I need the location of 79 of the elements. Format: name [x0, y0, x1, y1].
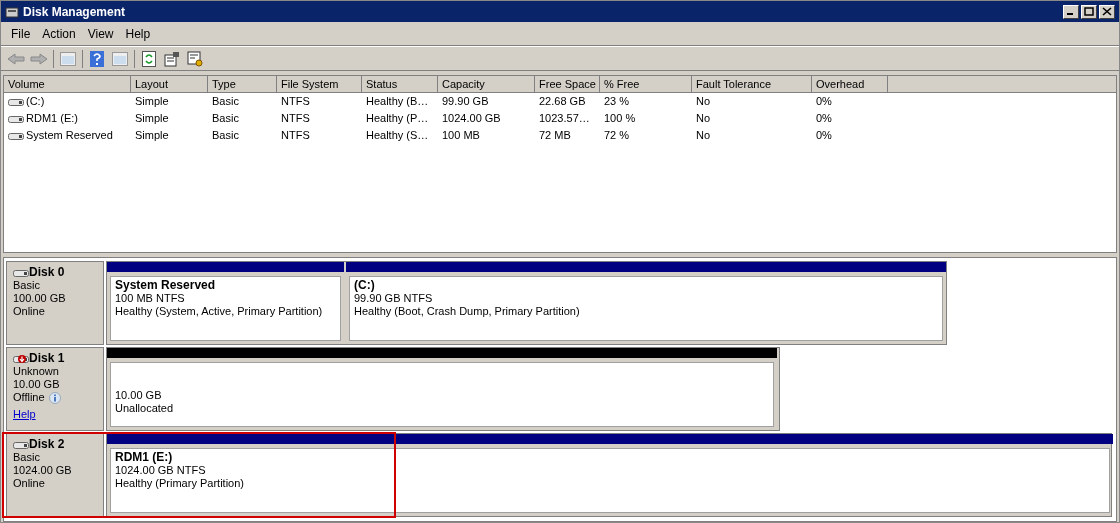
close-button[interactable]	[1099, 4, 1115, 19]
table-cell-text: Basic	[212, 94, 239, 110]
partition-status: Unallocated	[115, 402, 175, 415]
window-title: Disk Management	[23, 3, 126, 21]
table-cell-text: No	[696, 128, 711, 144]
column-header[interactable]: Overhead	[812, 76, 888, 93]
table-cell-text: Simple	[135, 94, 169, 110]
partition-title: RDM1 (E:)	[115, 451, 174, 464]
drive-icon	[8, 130, 24, 141]
info-icon	[48, 391, 61, 404]
table-cell-text: RDM1 (E:)	[26, 111, 78, 127]
minimize-button[interactable]	[1063, 4, 1079, 19]
table-cell-text: Simple	[135, 111, 169, 127]
table-cell-text: NTFS	[281, 128, 310, 144]
table-cell-text: 100 MB	[442, 128, 480, 144]
disk-type: Basic	[13, 451, 41, 464]
table-cell-text: 22.68 GB	[539, 94, 586, 110]
partition-status: Healthy (System, Active, Primary Partition)	[115, 305, 324, 318]
table-cell-text: System Reserved	[26, 128, 113, 144]
table-cell-text: 99.90 GB	[442, 94, 489, 110]
table-cell-text: NTFS	[281, 111, 310, 127]
disk-type: Unknown	[13, 365, 60, 378]
partition-size: 99.90 GB NTFS	[354, 292, 434, 305]
table-cell-text: No	[696, 111, 711, 127]
table-cell-text: (C:)	[26, 94, 45, 110]
menu-item[interactable]: File	[5, 24, 37, 43]
partition-title: System Reserved	[115, 279, 217, 292]
close-icon	[1102, 7, 1112, 16]
table-cell-text: 72 MB	[539, 128, 571, 144]
table-cell-text: 0%	[816, 128, 832, 144]
partition-size: 1024.00 GB NTFS	[115, 464, 207, 477]
partition-status: Healthy (Primary Partition)	[115, 477, 245, 490]
table-cell-text: 1024.00 GB	[442, 111, 501, 127]
table-cell-text: 0%	[816, 94, 832, 110]
maximize-button[interactable]	[1081, 4, 1097, 19]
table-cell-text: 72 %	[604, 128, 630, 144]
disk-size: 100.00 GB	[13, 292, 67, 305]
column-header[interactable]: Layout	[131, 76, 208, 93]
drive-icon	[8, 96, 24, 107]
disk-name: Disk 0	[29, 266, 65, 279]
table-cell-text: 100 %	[604, 111, 636, 127]
help-link[interactable]: Help	[13, 408, 97, 421]
column-header[interactable]: Status	[362, 76, 438, 93]
column-header[interactable]: File System	[277, 76, 362, 93]
menu-item[interactable]: View	[81, 24, 120, 43]
column-header[interactable]: Free Space	[535, 76, 600, 93]
disk-type: Basic	[13, 279, 41, 292]
table-cell-text: 23 %	[604, 94, 630, 110]
table-cell-text: Healthy (S…	[366, 128, 429, 144]
table-cell-text: Healthy (B…	[366, 94, 429, 110]
menu-item[interactable]: Help	[119, 24, 157, 43]
table-cell-text: Basic	[212, 128, 239, 144]
column-header[interactable]: % Free	[600, 76, 692, 93]
maximize-icon	[1084, 7, 1094, 16]
column-header[interactable]: Fault Tolerance	[692, 76, 812, 93]
table-cell-text: Simple	[135, 128, 169, 144]
column-header[interactable]: Type	[208, 76, 277, 93]
disk-status: Online	[13, 477, 45, 490]
disk-size: 10.00 GB	[13, 378, 61, 391]
disk-name: Disk 1	[29, 352, 65, 365]
partition-size: 10.00 GB	[115, 389, 163, 402]
disk-app-icon	[5, 4, 19, 19]
partition-status: Healthy (Boot, Crash Dump, Primary Partition)	[354, 305, 581, 318]
table-cell-text: No	[696, 94, 711, 110]
disk-name: Disk 2	[29, 438, 65, 451]
table-cell-text: NTFS	[281, 94, 310, 110]
menu-item[interactable]: Action	[36, 24, 82, 43]
table-cell-text: 0%	[816, 111, 832, 127]
partition-title: (C:)	[354, 279, 376, 292]
column-header[interactable]: Volume	[4, 76, 131, 93]
disk-size: 1024.00 GB	[13, 464, 73, 477]
partition-size: 100 MB NTFS	[115, 292, 186, 305]
drive-icon	[8, 113, 24, 124]
table-cell-text: Healthy (P…	[366, 111, 429, 127]
column-header[interactable]: Capacity	[438, 76, 535, 93]
table-cell-text: 1023.57…	[539, 111, 590, 127]
disk-status: Offline	[13, 391, 45, 404]
table-cell-text: Basic	[212, 111, 239, 127]
disk-status: Online	[13, 305, 45, 318]
